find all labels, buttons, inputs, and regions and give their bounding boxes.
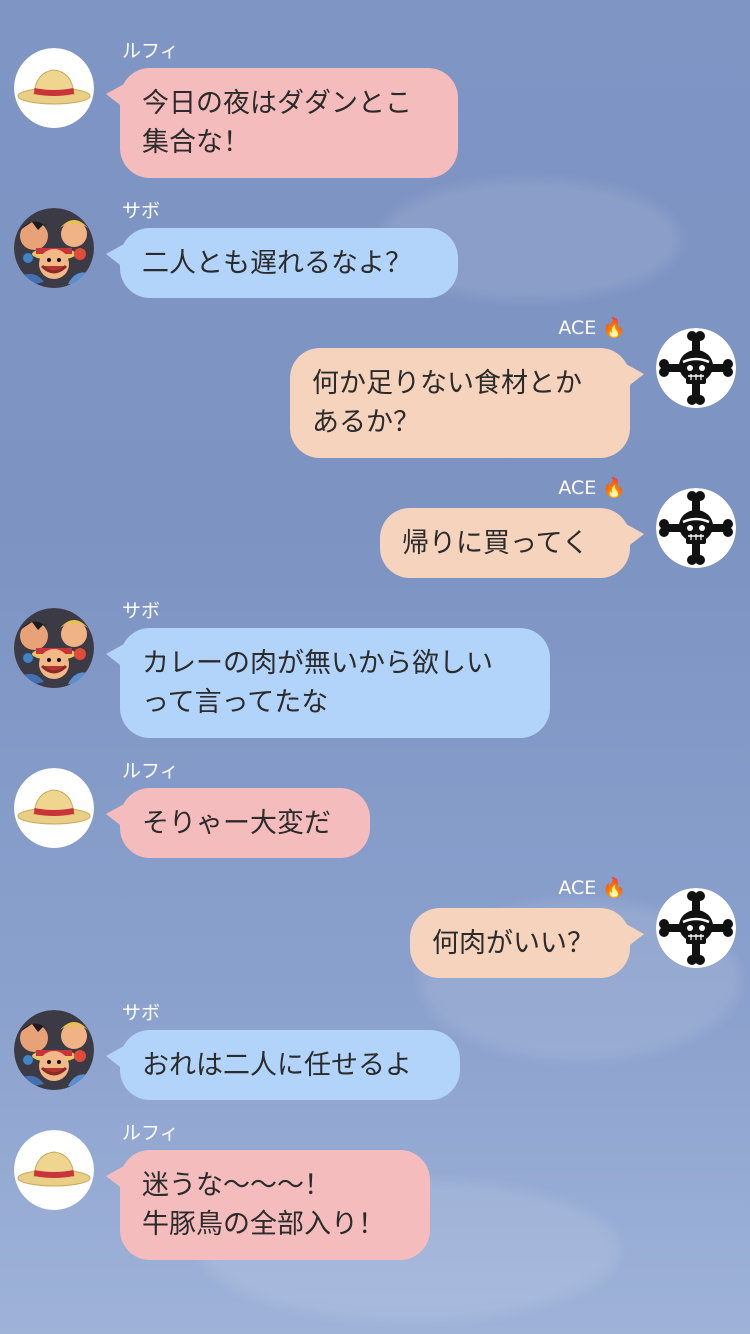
sender-name: ACE 🔥	[558, 476, 626, 499]
straw-hat-icon[interactable]	[14, 768, 94, 848]
sender-name: ACE 🔥	[558, 316, 626, 339]
brothers-avatar[interactable]	[14, 608, 94, 688]
message-bubble[interactable]: 帰りに買ってく	[380, 508, 644, 578]
message-text: 牛豚鳥の全部入り！	[142, 1209, 385, 1240]
sender-name: サボ	[122, 1002, 161, 1024]
message-text: って言ってたな	[142, 687, 329, 718]
message-text: 何か足りない食材とか	[312, 368, 582, 399]
straw-hat-icon[interactable]	[14, 48, 94, 128]
brothers-avatar[interactable]	[14, 208, 94, 288]
sender-name: ルフィ	[122, 40, 179, 62]
fire-icon: 🔥	[602, 477, 626, 499]
jolly-roger-icon[interactable]	[656, 328, 736, 408]
message-text: カレーの肉が無いから欲しい	[142, 648, 493, 679]
message-text: 迷うな〜〜〜！	[142, 1170, 331, 1201]
message-bubble[interactable]: そりゃー大変だ	[106, 788, 370, 858]
message-bubble[interactable]: 何肉がいい？	[410, 908, 644, 978]
sender-name: サボ	[122, 600, 161, 622]
sender-name: ルフィ	[122, 760, 179, 782]
message-bubble[interactable]: カレーの肉が無いから欲しい って言ってたな	[106, 628, 550, 738]
message-text: あるか？	[312, 407, 420, 438]
sender-name-text: ACE	[558, 477, 597, 499]
message-bubble[interactable]: 何か足りない食材とか あるか？	[290, 348, 644, 458]
message-bubble[interactable]: 二人とも遅れるなよ？	[106, 228, 458, 298]
message-bubble[interactable]: おれは二人に任せるよ	[106, 1030, 460, 1100]
message-bubble[interactable]: 迷うな〜〜〜！ 牛豚鳥の全部入り！	[106, 1150, 430, 1260]
message-text: 今日の夜はダダンとこ	[142, 88, 412, 119]
fire-icon: 🔥	[602, 317, 626, 339]
straw-hat-icon[interactable]	[14, 1130, 94, 1210]
message-text: 何肉がいい？	[432, 928, 594, 959]
sender-name: ACE 🔥	[558, 876, 626, 899]
message-text: 帰りに買ってく	[402, 528, 589, 559]
sender-name-text: ACE	[558, 877, 597, 899]
fire-icon: 🔥	[602, 877, 626, 899]
message-text: 集合な！	[142, 127, 250, 158]
brothers-avatar[interactable]	[14, 1010, 94, 1090]
message-bubble[interactable]: 今日の夜はダダンとこ 集合な！	[106, 68, 458, 178]
sender-name-text: ACE	[558, 317, 597, 339]
message-text: おれは二人に任せるよ	[142, 1050, 412, 1081]
jolly-roger-icon[interactable]	[656, 888, 736, 968]
message-text: そりゃー大変だ	[142, 808, 331, 839]
message-text: 二人とも遅れるなよ？	[142, 248, 412, 279]
jolly-roger-icon[interactable]	[656, 488, 736, 568]
sender-name: ルフィ	[122, 1122, 179, 1144]
sender-name: サボ	[122, 200, 161, 222]
